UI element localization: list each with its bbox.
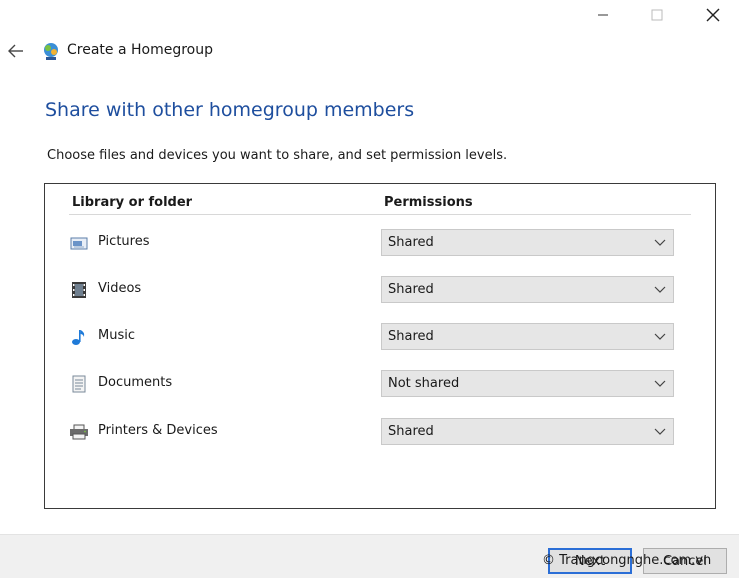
permission-select-documents[interactable]: Not shared	[381, 370, 674, 397]
permission-select-pictures[interactable]: Shared	[381, 229, 674, 256]
maximize-button[interactable]	[632, 0, 682, 30]
pictures-icon	[69, 233, 89, 253]
permission-value: Shared	[388, 282, 434, 297]
permission-select-music[interactable]: Shared	[381, 323, 674, 350]
watermark-text: © Trangcongnghe.com.vn	[542, 553, 712, 568]
chevron-down-icon	[654, 239, 666, 246]
library-name: Pictures	[98, 234, 150, 249]
page-heading: Share with other homegroup members	[45, 99, 415, 121]
close-icon	[706, 8, 720, 22]
back-button[interactable]	[4, 40, 28, 62]
music-icon	[69, 327, 89, 347]
permission-value: Shared	[388, 329, 434, 344]
minimize-icon	[598, 14, 608, 16]
permission-value: Shared	[388, 235, 434, 250]
chevron-down-icon	[654, 286, 666, 293]
column-header-library: Library or folder	[72, 195, 193, 210]
videos-icon	[69, 280, 89, 300]
chevron-down-icon	[654, 333, 666, 340]
documents-icon	[69, 374, 89, 394]
permission-value: Not shared	[388, 376, 460, 391]
close-button[interactable]	[688, 0, 738, 30]
column-header-permissions: Permissions	[384, 195, 473, 210]
printer-icon	[69, 422, 89, 442]
instructions-text: Choose files and devices you want to sha…	[47, 148, 508, 163]
back-arrow-icon	[8, 44, 23, 58]
maximize-icon	[651, 9, 663, 21]
window-title: Create a Homegroup	[67, 42, 214, 58]
library-name: Printers & Devices	[98, 423, 218, 438]
chevron-down-icon	[654, 428, 666, 435]
chevron-down-icon	[654, 380, 666, 387]
permission-value: Shared	[388, 424, 434, 439]
permission-select-printers[interactable]: Shared	[381, 418, 674, 445]
share-table: Library or folder Permissions Pictures S…	[44, 183, 716, 509]
permission-select-videos[interactable]: Shared	[381, 276, 674, 303]
homegroup-icon	[41, 41, 61, 61]
header-divider	[69, 214, 691, 215]
library-name: Videos	[98, 281, 142, 296]
minimize-button[interactable]	[578, 0, 628, 30]
library-name: Documents	[98, 375, 173, 390]
library-name: Music	[98, 328, 135, 343]
